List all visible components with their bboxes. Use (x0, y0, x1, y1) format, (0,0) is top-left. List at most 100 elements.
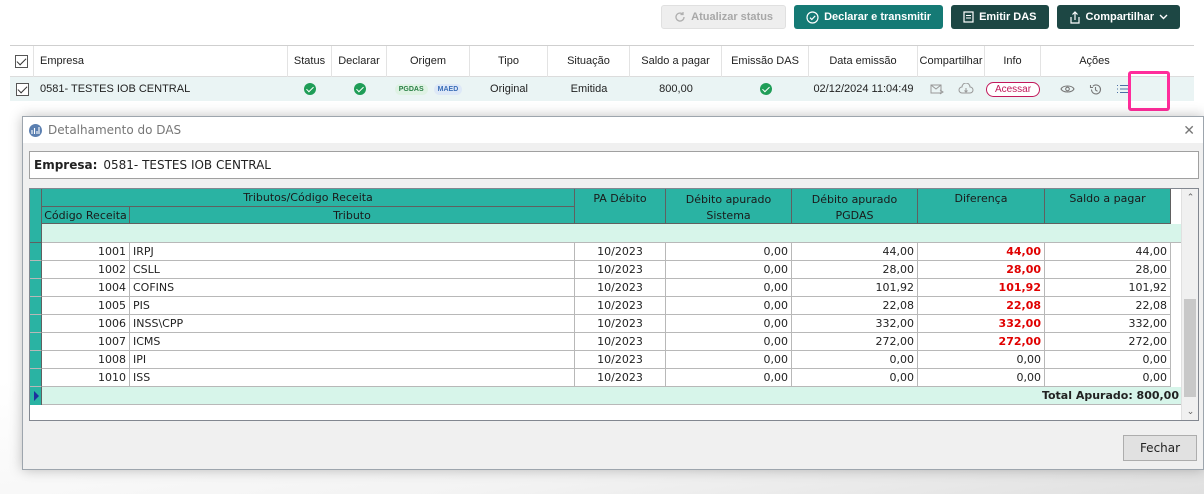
cell-pgdas: 22,08 (792, 297, 918, 315)
header-compartilhar[interactable]: Compartilhar (918, 45, 985, 77)
cell-pa: 10/2023 (575, 261, 666, 279)
scroll-down-icon[interactable]: ⌄ (1182, 403, 1198, 420)
cell-diferenca: 272,00 (918, 333, 1045, 351)
header-info[interactable]: Info (985, 45, 1041, 77)
row-indicator (30, 351, 42, 369)
share-dropdown-button[interactable]: Compartilhar (1056, 5, 1180, 29)
cell-codigo: 1006 (42, 315, 130, 333)
empresa-field: Empresa: 0581- TESTES IOB CENTRAL (29, 151, 1199, 179)
cell-saldo: 272,00 (1045, 333, 1171, 351)
row-indicator (30, 243, 42, 261)
declare-transmit-button[interactable]: Declarar e transmitir (794, 5, 944, 29)
cell-codigo: 1007 (42, 333, 130, 351)
cloud-download-icon[interactable] (958, 83, 974, 95)
cell-pgdas: 28,00 (792, 261, 918, 279)
cell-pgdas: 332,00 (792, 315, 918, 333)
cell-saldo: 44,00 (1045, 243, 1171, 261)
table-row[interactable]: 1004 COFINS 10/2023 0,00 101,92 101,92 101,92 (30, 279, 1182, 297)
header-debito-pgdas[interactable]: Débito apurado PGDAS (792, 189, 918, 224)
acessar-button[interactable]: Acessar (985, 81, 1041, 97)
row-tipo: Original (490, 83, 528, 95)
header-empresa[interactable]: Empresa (34, 45, 288, 77)
table-row[interactable]: 1005 PIS 10/2023 0,00 22,08 22,08 22,08 (30, 297, 1182, 315)
header-pa-debito[interactable]: PA Débito (575, 189, 666, 224)
vertical-scrollbar[interactable]: ⌃ ⌄ (1181, 189, 1198, 420)
cell-tributo: CSLL (130, 261, 575, 279)
cell-pa: 10/2023 (575, 297, 666, 315)
fechar-button[interactable]: Fechar (1123, 435, 1197, 461)
cell-pgdas: 101,92 (792, 279, 918, 297)
refresh-status-button[interactable]: Atualizar status (661, 5, 787, 29)
app-icon (29, 123, 42, 137)
chevron-down-icon (1159, 14, 1168, 20)
header-emissao[interactable]: Emissão DAS (722, 45, 809, 77)
pgdas-badge: PGDAS (394, 83, 428, 95)
header-declarar[interactable]: Declarar (332, 45, 387, 77)
highlight-box (1128, 71, 1170, 111)
row-origem: PGDAS MAED (387, 77, 470, 101)
emit-das-label: Emitir DAS (979, 11, 1037, 23)
emit-das-button[interactable]: Emitir DAS (951, 5, 1049, 29)
cell-saldo: 28,00 (1045, 261, 1171, 279)
row-checkbox[interactable] (15, 82, 29, 96)
header-diferenca[interactable]: Diferença (918, 189, 1045, 224)
table-row[interactable]: 1007 ICMS 10/2023 0,00 272,00 272,00 272,00 (30, 333, 1182, 351)
document-icon (963, 11, 974, 23)
header-situacao[interactable]: Situação (548, 45, 630, 77)
table-row[interactable]: 1001 IRPJ 10/2023 0,00 44,00 44,00 44,00 (30, 243, 1182, 261)
cell-sistema: 0,00 (666, 243, 792, 261)
toolbar: Atualizar status Declarar e transmitir E… (661, 5, 1180, 29)
row-empresa: 0581- TESTES IOB CENTRAL (40, 83, 191, 95)
header-data[interactable]: Data emissão (809, 45, 918, 77)
cell-pgdas: 44,00 (792, 243, 918, 261)
cell-saldo: 0,00 (1045, 369, 1171, 387)
table-row[interactable]: 1010 ISS 10/2023 0,00 0,00 0,00 0,00 (30, 369, 1182, 387)
close-icon[interactable]: ✕ (1183, 122, 1195, 139)
select-all-checkbox[interactable] (15, 54, 28, 68)
emissao-ok-icon (759, 83, 772, 95)
cell-diferenca: 0,00 (918, 351, 1045, 369)
cell-diferenca: 28,00 (918, 261, 1045, 279)
tributos-grid[interactable]: Tributos/Código Receita Código Receita T… (29, 188, 1199, 421)
row-indicator (30, 297, 42, 315)
header-origem[interactable]: Origem (387, 45, 470, 77)
cell-tributo: INSS\CPP (130, 315, 575, 333)
history-icon[interactable] (1089, 83, 1102, 96)
cell-tributo: IPI (130, 351, 575, 369)
header-debito-sistema-line1: Débito apurado (685, 193, 772, 206)
cell-diferenca: 101,92 (918, 279, 1045, 297)
cell-saldo: 22,08 (1045, 297, 1171, 315)
refresh-status-label: Atualizar status (691, 11, 774, 23)
dialog-titlebar: Detalhamento do DAS (23, 117, 1203, 143)
header-debito-sistema[interactable]: Débito apurado Sistema (666, 189, 792, 224)
status-ok-icon (304, 83, 316, 95)
table-row[interactable]: 1002 CSLL 10/2023 0,00 28,00 28,00 28,00 (30, 261, 1182, 279)
table-row[interactable]: 1006 INSS\CPP 10/2023 0,00 332,00 332,00 332,0… (30, 315, 1182, 333)
eye-icon[interactable] (1060, 84, 1075, 94)
header-tributo[interactable]: Tributo (130, 207, 575, 224)
table-row[interactable]: 0581- TESTES IOB CENTRAL PGDAS MAED Orig… (10, 77, 1194, 101)
header-tipo[interactable]: Tipo (470, 45, 548, 77)
header-debito-pgdas-line2: PGDAS (835, 209, 874, 222)
header-codigo-receita[interactable]: Código Receita (42, 207, 130, 224)
email-icon[interactable] (930, 83, 944, 95)
cell-saldo: 101,92 (1045, 279, 1171, 297)
header-saldo[interactable]: Saldo a pagar (630, 45, 722, 77)
header-status[interactable]: Status (288, 45, 332, 77)
cell-sistema: 0,00 (666, 369, 792, 387)
scroll-up-icon[interactable]: ⌃ (1182, 189, 1198, 206)
scroll-thumb[interactable] (1184, 299, 1196, 397)
empresa-label: Empresa: (34, 158, 98, 172)
cell-codigo: 1005 (42, 297, 130, 315)
share-icon (1069, 10, 1080, 24)
row-situacao: Emitida (570, 83, 608, 95)
row-info: Acessar (985, 77, 1041, 101)
cell-diferenca: 22,08 (918, 297, 1045, 315)
header-saldo-pagar[interactable]: Saldo a pagar (1045, 189, 1171, 224)
row-indicator (30, 315, 42, 333)
cell-sistema: 0,00 (666, 297, 792, 315)
share-label: Compartilhar (1085, 11, 1154, 23)
row-compartilhar (918, 77, 985, 101)
table-row[interactable]: 1008 IPI 10/2023 0,00 0,00 0,00 0,00 (30, 351, 1182, 369)
cell-pgdas: 0,00 (792, 369, 918, 387)
